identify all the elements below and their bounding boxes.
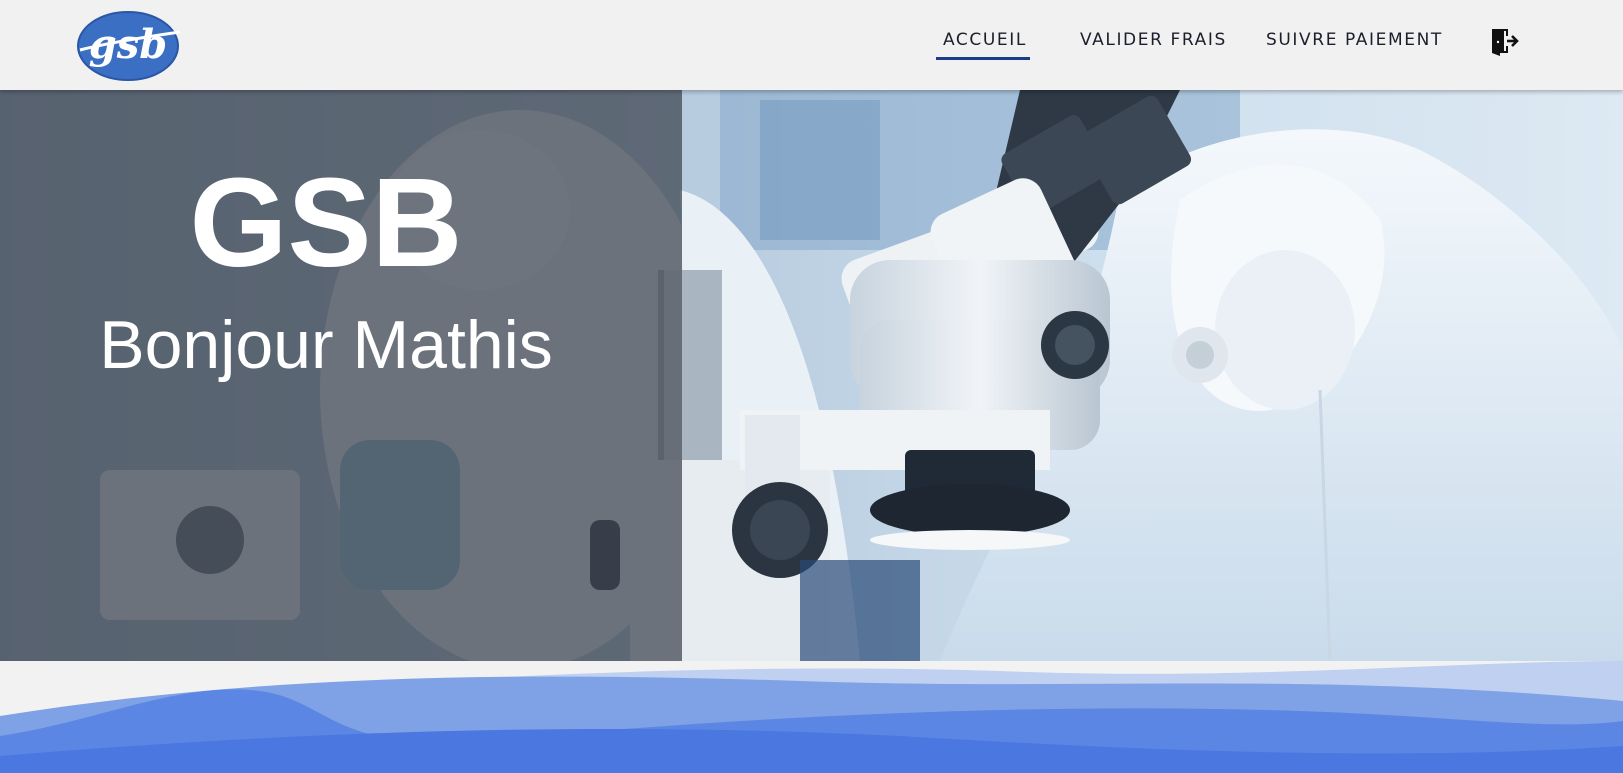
gsb-logo[interactable]: gsb	[72, 6, 184, 84]
hero-title: GSB	[189, 152, 463, 293]
logout-icon[interactable]	[1489, 26, 1519, 56]
top-navbar: gsb ACCUEIL VALIDER FRAIS SUIVRE PAIEMEN…	[0, 0, 1623, 90]
nav-accueil[interactable]: ACCUEIL	[943, 30, 1027, 50]
hero-greeting: Bonjour Mathis	[99, 307, 553, 383]
active-nav-indicator	[936, 57, 1030, 60]
nav-valider-frais[interactable]: VALIDER FRAIS	[1080, 30, 1227, 50]
hero-banner: GSB Bonjour Mathis	[0, 90, 1623, 661]
hero-overlay-panel: GSB Bonjour Mathis	[0, 90, 682, 661]
decorative-waves	[0, 661, 1623, 773]
nav-suivre-paiement[interactable]: SUIVRE PAIEMENT	[1266, 30, 1443, 50]
logo-text: gsb	[89, 21, 167, 68]
